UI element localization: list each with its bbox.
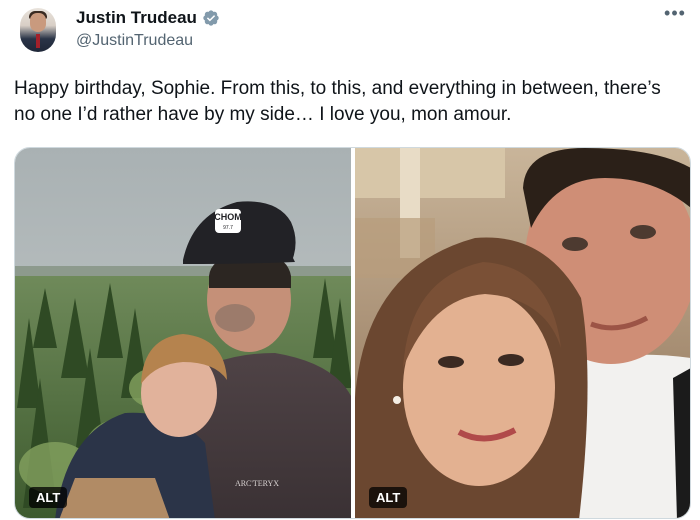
cap-logo-subtext: 97.7 <box>223 225 233 231</box>
more-horizontal-icon: ••• <box>664 3 686 23</box>
author-avatar[interactable] <box>20 8 56 52</box>
author-handle[interactable]: @JustinTrudeau <box>76 32 193 50</box>
author-name-row: Justin Trudeau <box>76 8 220 28</box>
more-options-button[interactable]: ••• <box>660 4 690 26</box>
avatar-tie <box>36 34 40 48</box>
jacket-brand-text: ARC'TERYX <box>235 479 279 488</box>
alt-text-button[interactable]: ALT <box>29 487 68 508</box>
verified-badge-icon <box>203 10 219 26</box>
avatar-face <box>30 13 46 32</box>
photo-indoor-image <box>355 148 690 518</box>
author-name[interactable]: Justin Trudeau <box>76 8 197 28</box>
photo-outdoor-image: CHOM 97.7 ARC'TERYX <box>15 148 351 518</box>
alt-text-button[interactable]: ALT <box>369 487 408 508</box>
media-grid: CHOM 97.7 ARC'TERYX ALT ALT <box>14 147 691 519</box>
post-text: Happy birthday, Sophie. From this, to th… <box>14 78 661 125</box>
photo-outdoor-selfie[interactable]: CHOM 97.7 ARC'TERYX ALT <box>15 148 351 518</box>
photo-indoor-selfie[interactable]: ALT <box>355 148 690 518</box>
cap-logo-text: CHOM <box>214 212 242 222</box>
